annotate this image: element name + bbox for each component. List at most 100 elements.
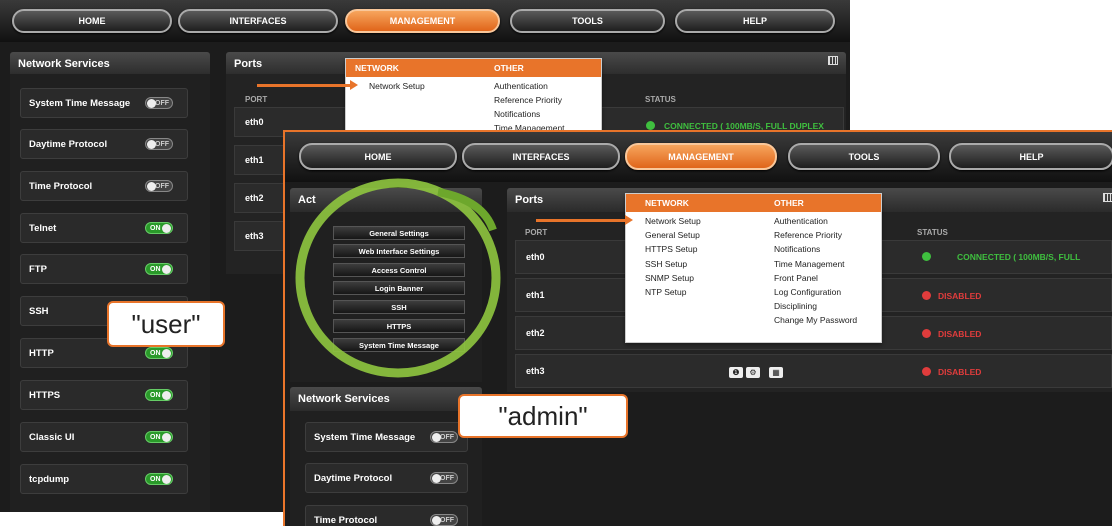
menu-item-general-setup[interactable]: General Setup <box>645 230 700 240</box>
toggle-state: OFF <box>155 140 169 148</box>
nav-home[interactable]: HOME <box>299 143 457 170</box>
service-row: HTTPS ON <box>20 380 188 410</box>
service-label: tcpdump <box>29 473 70 485</box>
port-status: DISABLED <box>938 367 982 377</box>
network-services-title: Network Services <box>290 387 482 411</box>
toggle-switch[interactable]: ON <box>145 473 173 485</box>
menu-item-time-management[interactable]: Time Management <box>774 259 845 269</box>
arrow-indicator <box>536 219 626 222</box>
menu-item-authentication[interactable]: Authentication <box>494 81 548 91</box>
port-name: eth3 <box>245 231 264 241</box>
grid-icon[interactable] <box>828 56 838 65</box>
user-callout: "user" <box>107 301 225 347</box>
service-label: System Time Message <box>29 97 131 109</box>
toggle-switch[interactable]: OFF <box>430 431 458 443</box>
service-label: Daytime Protocol <box>314 472 393 484</box>
toggle-switch[interactable]: OFF <box>145 138 173 150</box>
service-label: HTTP <box>29 347 54 359</box>
toggle-knob <box>147 99 156 108</box>
toggle-state: ON <box>150 265 161 273</box>
nav-interfaces[interactable]: INTERFACES <box>178 9 338 33</box>
menu-other-header: OTHER <box>494 63 524 73</box>
toggle-switch[interactable]: ON <box>145 222 173 234</box>
grid-icon[interactable]: ▦ <box>769 367 783 378</box>
menu-item-network-setup[interactable]: Network Setup <box>645 216 701 226</box>
user-navbar: HOME INTERFACES MANAGEMENT TOOLS HELP <box>0 0 850 42</box>
gear-icon[interactable]: ⚙ <box>746 367 760 378</box>
status-column-header: STATUS <box>917 228 948 237</box>
service-label: SSH <box>29 305 49 317</box>
arrow-head <box>625 215 633 225</box>
toggle-switch[interactable]: ON <box>145 347 173 359</box>
toggle-state: OFF <box>155 182 169 190</box>
service-label: Telnet <box>29 222 57 234</box>
menu-item-snmp-setup[interactable]: SNMP Setup <box>645 273 694 283</box>
service-label: HTTPS <box>29 389 61 401</box>
menu-item-reference-priority[interactable]: Reference Priority <box>494 95 562 105</box>
service-row: Time Protocol OFF <box>20 171 188 201</box>
status-dot <box>922 252 931 261</box>
service-label: Time Protocol <box>314 514 378 526</box>
status-dot <box>922 291 931 300</box>
menu-item-change-my-password[interactable]: Change My Password <box>774 315 857 325</box>
menu-item-network-setup[interactable]: Network Setup <box>369 81 425 91</box>
network-services-title: Network Services <box>10 52 210 76</box>
toggle-knob <box>162 475 171 484</box>
port-column-header: PORT <box>245 95 268 104</box>
service-row: FTP ON <box>20 254 188 284</box>
menu-item-log-configuration[interactable]: Log Configuration <box>774 287 841 297</box>
toggle-switch[interactable]: ON <box>145 389 173 401</box>
nav-management[interactable]: MANAGEMENT <box>625 143 777 170</box>
table-row: eth3 <box>515 354 1112 388</box>
toggle-knob <box>147 182 156 191</box>
menu-header: NETWORK OTHER <box>346 59 601 77</box>
menu-item-https-setup[interactable]: HTTPS Setup <box>645 244 697 254</box>
grid-icon[interactable] <box>1103 193 1112 202</box>
port-name: eth2 <box>245 193 264 203</box>
nav-help[interactable]: HELP <box>675 9 835 33</box>
status-column-header: STATUS <box>645 95 676 104</box>
toggle-knob <box>432 433 441 442</box>
nav-home[interactable]: HOME <box>12 9 172 33</box>
service-row: System Time Message OFF <box>20 88 188 118</box>
toggle-switch[interactable]: ON <box>145 431 173 443</box>
toggle-switch[interactable]: OFF <box>145 180 173 192</box>
management-menu: NETWORK OTHER Network Setup General Setup… <box>625 193 882 343</box>
menu-item-front-panel[interactable]: Front Panel <box>774 273 818 283</box>
port-name: eth1 <box>526 290 545 300</box>
nav-interfaces[interactable]: INTERFACES <box>462 143 620 170</box>
service-row: Daytime Protocol OFF <box>20 129 188 159</box>
menu-item-disciplining[interactable]: Disciplining <box>774 301 817 311</box>
menu-item-notifications[interactable]: Notifications <box>494 109 540 119</box>
service-row: tcpdump ON <box>20 464 188 494</box>
toggle-switch[interactable]: OFF <box>145 97 173 109</box>
port-column-header: PORT <box>525 228 548 237</box>
nav-tools[interactable]: TOOLS <box>788 143 940 170</box>
service-row: Time Protocol OFF <box>305 505 468 526</box>
toggle-knob <box>162 224 171 233</box>
nav-tools[interactable]: TOOLS <box>510 9 665 33</box>
toggle-state: ON <box>150 433 161 441</box>
arrow-head <box>350 80 358 90</box>
toggle-knob <box>432 516 441 525</box>
toggle-switch[interactable]: OFF <box>430 514 458 526</box>
info-icon[interactable]: ❶ <box>729 367 743 378</box>
toggle-state: ON <box>150 224 161 232</box>
port-status: DISABLED <box>938 329 982 339</box>
menu-item-notifications[interactable]: Notifications <box>774 244 820 254</box>
menu-item-ssh-setup[interactable]: SSH Setup <box>645 259 687 269</box>
menu-item-authentication[interactable]: Authentication <box>774 216 828 226</box>
toggle-switch[interactable]: ON <box>145 263 173 275</box>
toggle-state: OFF <box>155 99 169 107</box>
menu-item-reference-priority[interactable]: Reference Priority <box>774 230 842 240</box>
service-label: Classic UI <box>29 431 75 443</box>
toggle-state: OFF <box>440 516 454 524</box>
menu-item-ntp-setup[interactable]: NTP Setup <box>645 287 686 297</box>
menu-other-header: OTHER <box>774 198 804 208</box>
highlight-ring-outline <box>295 178 501 378</box>
service-label: FTP <box>29 263 47 275</box>
nav-help[interactable]: HELP <box>949 143 1112 170</box>
toggle-switch[interactable]: OFF <box>430 472 458 484</box>
service-row: Telnet ON <box>20 213 188 243</box>
nav-management[interactable]: MANAGEMENT <box>345 9 500 33</box>
